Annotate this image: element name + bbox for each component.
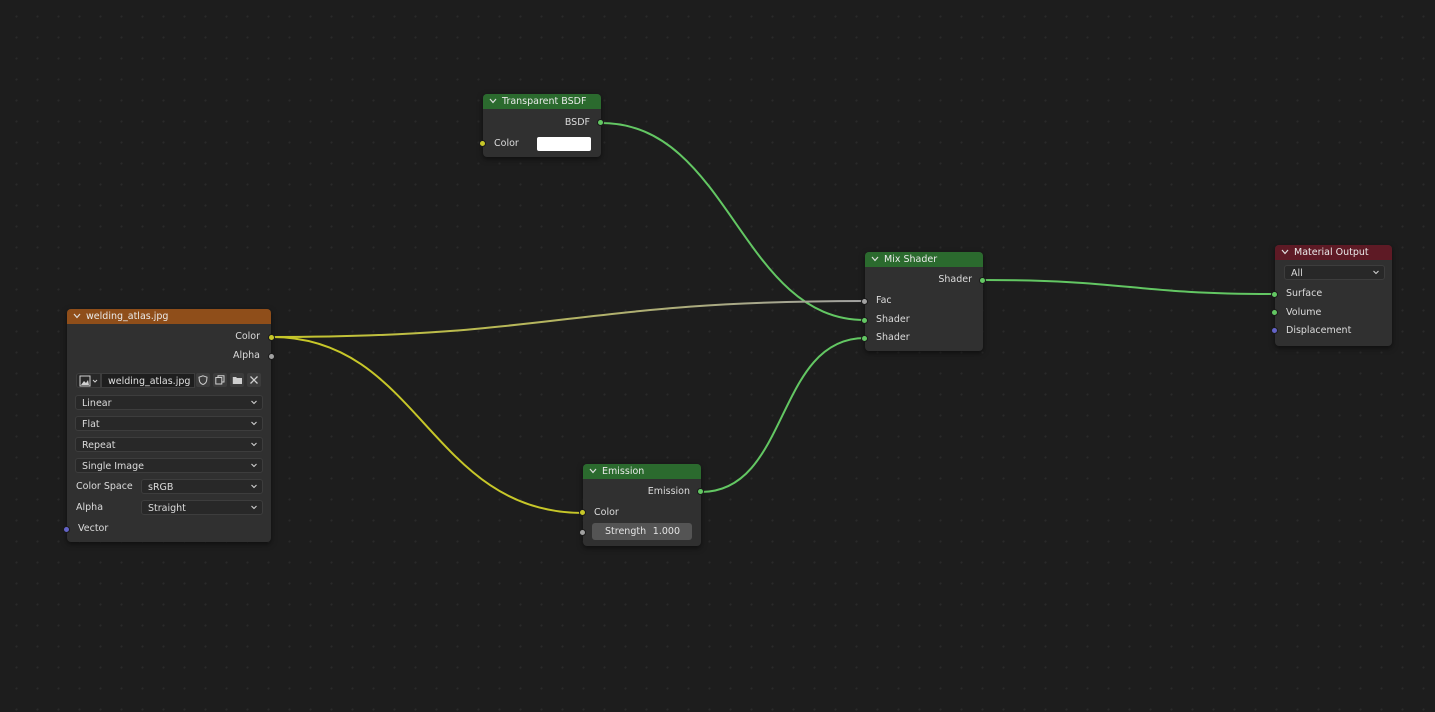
extension-value: Repeat — [82, 440, 116, 451]
link-emission-to-shader2[interactable] — [700, 337, 866, 493]
color-output-label: Color — [235, 331, 260, 342]
shader-output-label: Shader — [938, 274, 972, 285]
interpolation-dropdown[interactable]: Linear — [75, 395, 263, 410]
fake-user-button[interactable] — [196, 373, 210, 387]
chevron-down-icon[interactable] — [871, 252, 881, 267]
link-shader-to-surface[interactable] — [982, 279, 1276, 295]
chevron-down-icon — [251, 400, 257, 405]
image-texture-node[interactable]: welding_atlas.jpg Color Alpha welding_at… — [63, 309, 275, 542]
unlink-image-button[interactable] — [247, 373, 261, 387]
color-input-socket[interactable] — [479, 140, 486, 147]
bsdf-output-socket[interactable] — [597, 119, 604, 126]
projection-dropdown[interactable]: Flat — [75, 416, 263, 431]
color-space-value: sRGB — [148, 482, 174, 493]
transparent-bsdf-node[interactable]: Transparent BSDF BSDF Color — [479, 94, 604, 157]
folder-icon — [232, 377, 242, 384]
shader-output-socket[interactable] — [979, 277, 986, 284]
fac-input-socket[interactable] — [861, 298, 868, 305]
chevron-down-icon — [251, 421, 257, 426]
vector-input-socket[interactable] — [63, 526, 70, 533]
bsdf-output-label: BSDF — [564, 117, 590, 128]
link-color-to-emission-color[interactable] — [271, 336, 584, 514]
image-name-field[interactable]: welding_atlas.jpg — [101, 373, 195, 388]
strength-field[interactable]: Strength 1.000 — [592, 523, 692, 540]
chevron-down-icon[interactable] — [489, 94, 499, 109]
target-value: All — [1291, 268, 1303, 279]
alpha-output-label: Alpha — [232, 350, 260, 361]
alpha-mode-label: Alpha — [76, 502, 104, 513]
chevron-down-icon[interactable] — [1281, 245, 1291, 260]
open-image-button[interactable] — [230, 373, 244, 387]
mix-shader-node[interactable]: Mix Shader Shader Fac Shader Shader — [861, 252, 986, 351]
emission-output-label: Emission — [647, 486, 690, 497]
strength-value: 1.000 — [652, 526, 680, 537]
close-icon — [250, 376, 258, 384]
duplicate-icon — [215, 375, 225, 385]
displacement-input-socket[interactable] — [1271, 327, 1278, 334]
alpha-mode-value: Straight — [148, 503, 186, 514]
chevron-down-icon — [1373, 270, 1379, 275]
link-bsdf-to-shader1[interactable] — [600, 122, 866, 321]
duplicate-image-button[interactable] — [213, 373, 227, 387]
shader2-input-label: Shader — [876, 332, 910, 343]
color-swatch[interactable] — [537, 137, 591, 151]
interpolation-value: Linear — [82, 398, 112, 409]
strength-input-socket[interactable] — [579, 529, 586, 536]
node-title: Emission — [602, 466, 645, 477]
node-header[interactable]: Transparent BSDF — [483, 94, 601, 109]
image-browse-button[interactable] — [76, 373, 101, 388]
source-dropdown[interactable]: Single Image — [75, 458, 263, 473]
link-color-to-fac[interactable] — [271, 300, 866, 338]
strength-label: Strength — [605, 526, 647, 537]
chevron-down-icon — [251, 484, 257, 489]
chevron-down-icon[interactable] — [73, 309, 83, 324]
extension-dropdown[interactable]: Repeat — [75, 437, 263, 452]
chevron-down-icon[interactable] — [589, 464, 599, 479]
color-space-label: Color Space — [76, 481, 133, 492]
color-input-label: Color — [594, 507, 619, 518]
target-dropdown[interactable]: All — [1284, 265, 1385, 280]
material-output-node[interactable]: Material Output All Surface Volume Displ… — [1271, 245, 1392, 346]
chevron-down-icon — [251, 442, 257, 447]
emission-node[interactable]: Emission Emission Color Strength 1.000 — [579, 464, 704, 546]
image-icon — [79, 375, 98, 387]
color-output-socket[interactable] — [268, 334, 275, 341]
color-input-socket[interactable] — [579, 509, 586, 516]
emission-output-socket[interactable] — [697, 488, 704, 495]
shader1-input-label: Shader — [876, 314, 910, 325]
surface-input-label: Surface — [1286, 288, 1323, 299]
chevron-down-icon — [251, 505, 257, 510]
fac-input-label: Fac — [876, 295, 892, 306]
node-header[interactable]: Material Output — [1275, 245, 1392, 260]
displacement-input-label: Displacement — [1286, 325, 1352, 336]
volume-input-socket[interactable] — [1271, 309, 1278, 316]
node-title: Material Output — [1294, 247, 1369, 258]
color-input-label: Color — [494, 138, 519, 149]
vector-input-label: Vector — [78, 523, 109, 534]
projection-value: Flat — [82, 419, 100, 430]
node-header[interactable]: welding_atlas.jpg — [67, 309, 271, 324]
image-name: welding_atlas.jpg — [108, 376, 191, 387]
shader2-input-socket[interactable] — [861, 335, 868, 342]
chevron-down-icon — [251, 463, 257, 468]
node-header[interactable]: Emission — [583, 464, 701, 479]
surface-input-socket[interactable] — [1271, 291, 1278, 298]
color-space-dropdown[interactable]: sRGB — [141, 479, 263, 494]
alpha-mode-dropdown[interactable]: Straight — [141, 500, 263, 515]
volume-input-label: Volume — [1286, 307, 1322, 318]
shield-icon — [198, 375, 208, 385]
source-value: Single Image — [82, 461, 144, 472]
node-title: Transparent BSDF — [502, 96, 587, 107]
alpha-output-socket[interactable] — [268, 353, 275, 360]
node-header[interactable]: Mix Shader — [865, 252, 983, 267]
node-title: Mix Shader — [884, 254, 938, 265]
shader1-input-socket[interactable] — [861, 317, 868, 324]
node-title: welding_atlas.jpg — [86, 311, 169, 322]
